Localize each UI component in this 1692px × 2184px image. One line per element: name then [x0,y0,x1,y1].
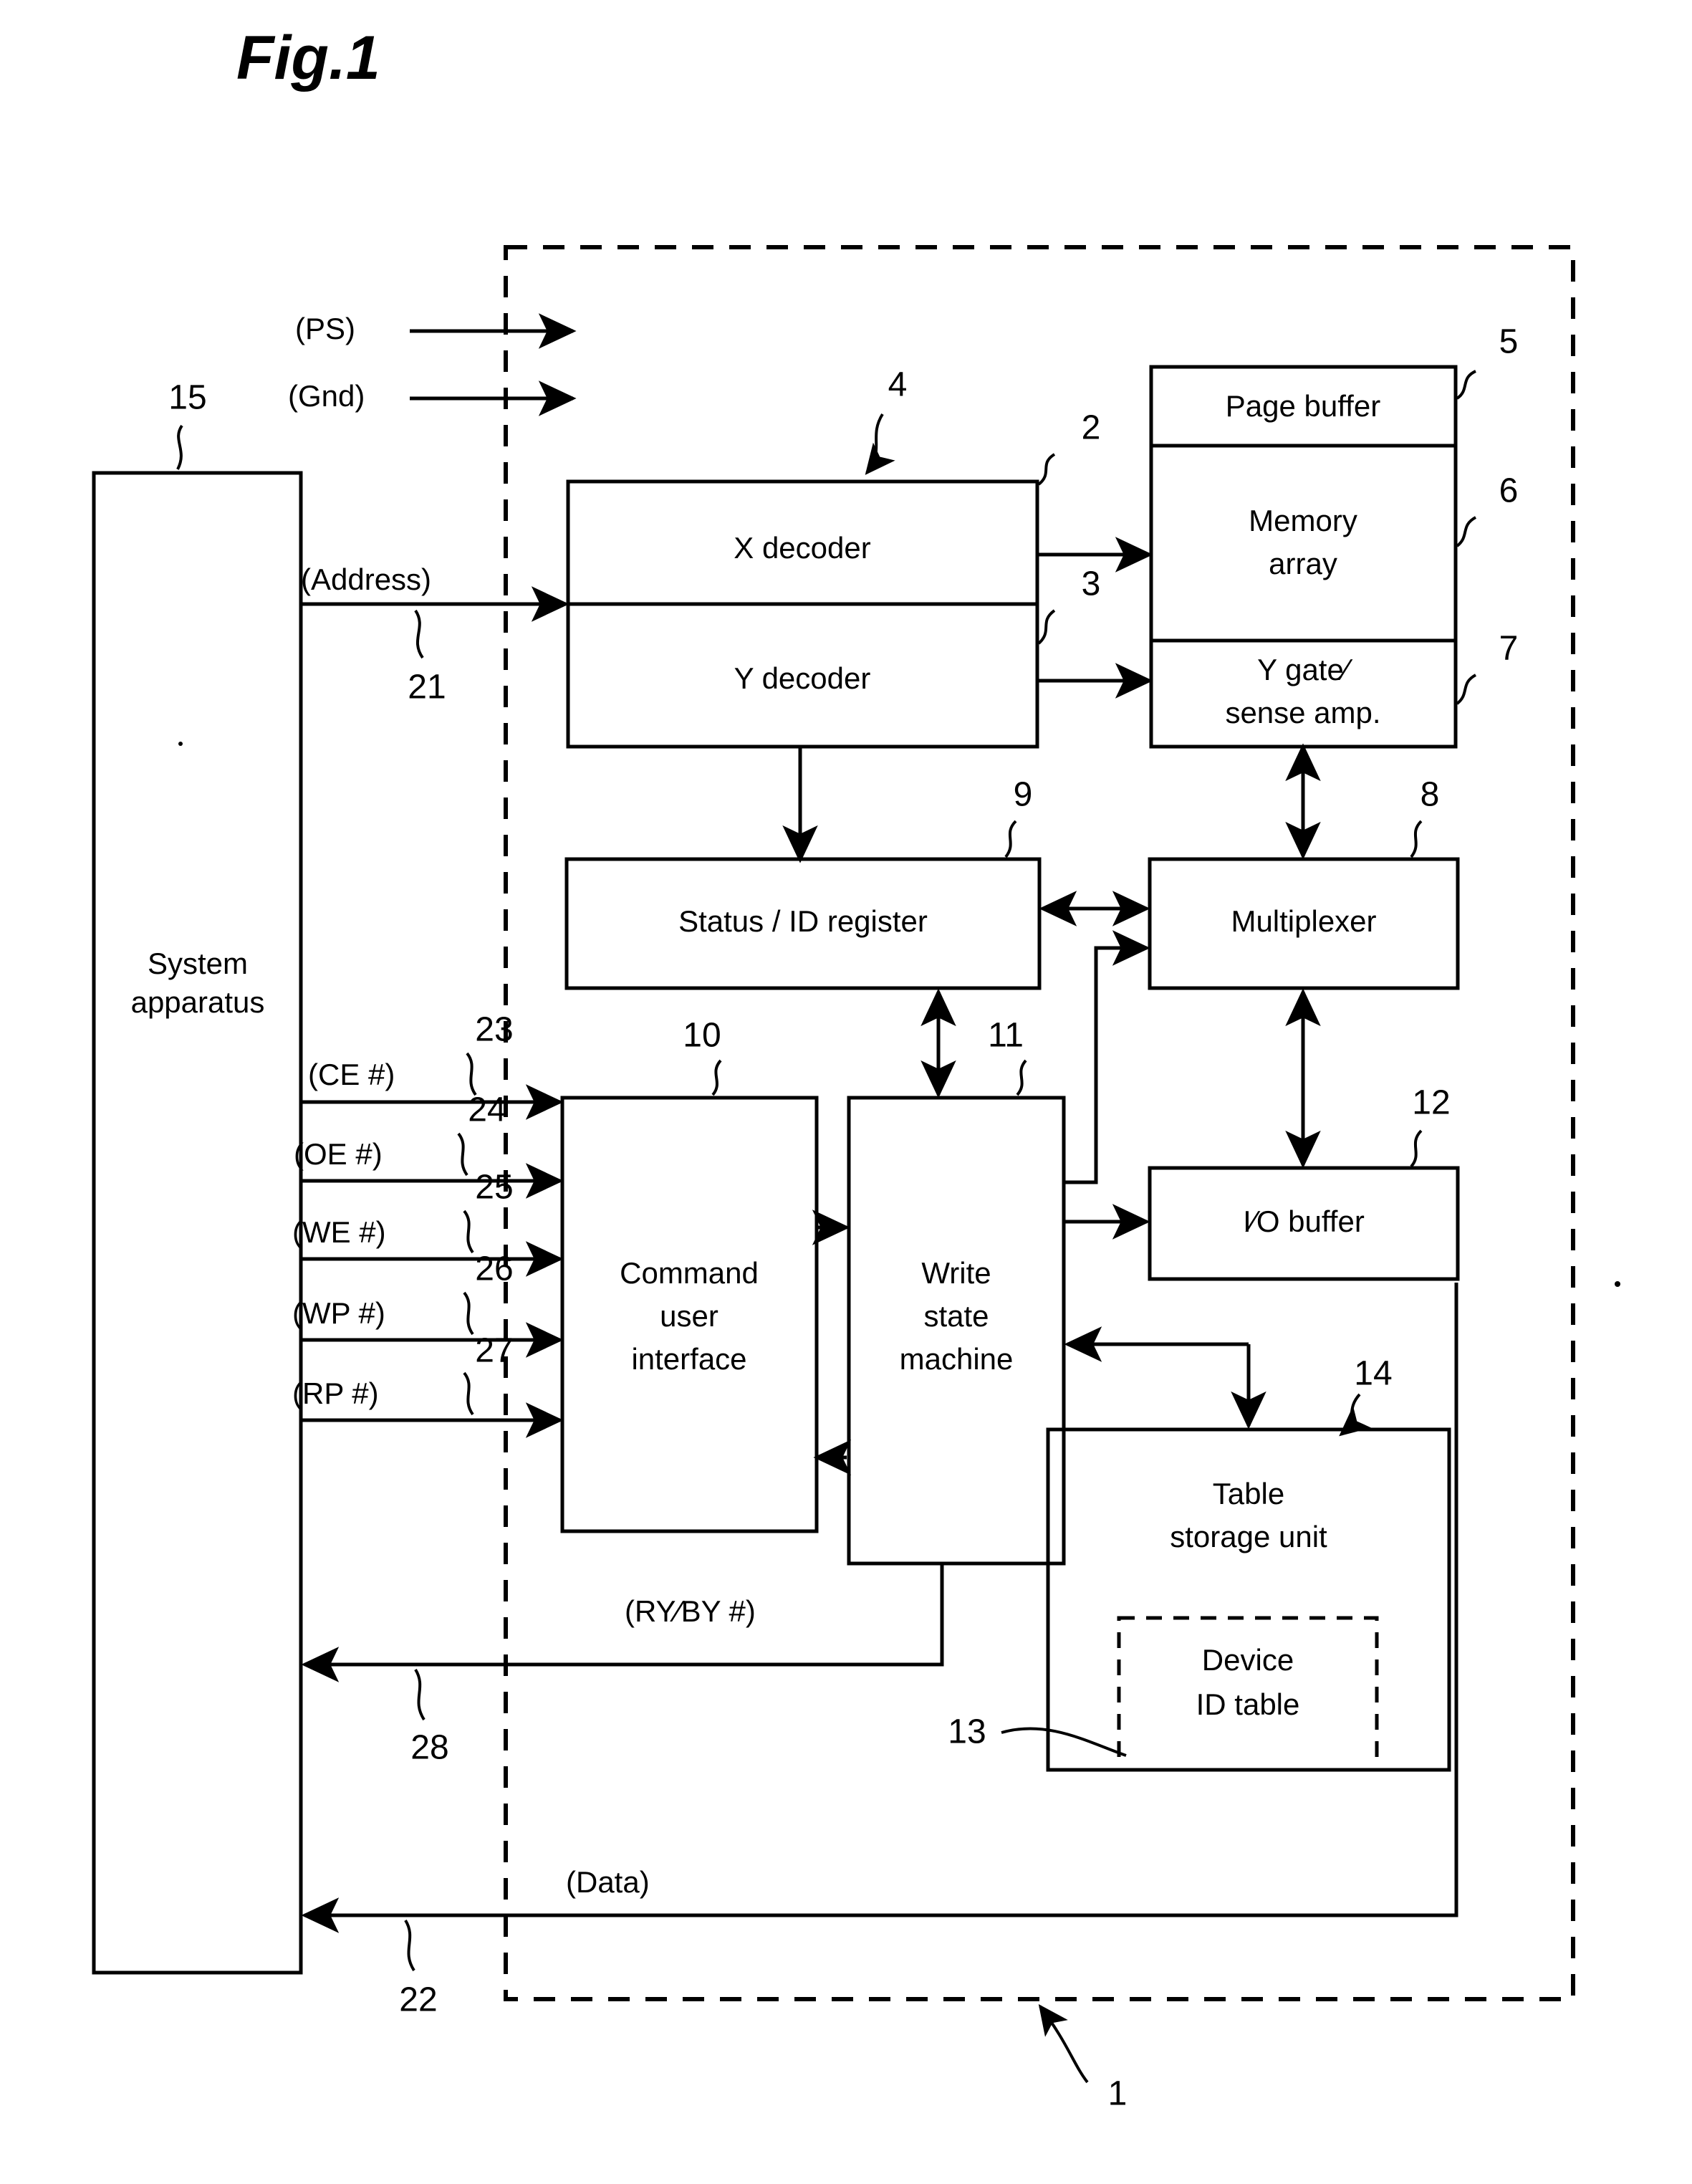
leader-10 [711,1059,722,1096]
page-buffer-label: Page buffer [1226,389,1380,423]
memory-array-label-line2: array [1269,547,1337,580]
ref-15: 15 [168,379,206,417]
ref-22: 22 [399,1981,437,2019]
system-apparatus-box [92,471,303,1975]
wire-wsm-to-multiplexer [1064,930,1150,1184]
ref-24: 24 [468,1091,506,1129]
signal-label-data: (Data) [566,1865,650,1899]
wire-data [301,1283,1458,1933]
wire-ryby [301,1563,944,1682]
leader-15 [176,424,183,470]
leader-12 [1410,1129,1423,1168]
memory-array-label-line1: Memory [1249,504,1357,537]
cui-label-line2: user [660,1299,718,1333]
leader-7 [1456,674,1477,705]
signal-label-gnd: (Gnd) [288,379,365,413]
system-apparatus-label-line2: apparatus [131,985,265,1019]
ref-9: 9 [1014,776,1033,814]
wsm-label-line3: machine [900,1342,1014,1376]
ref-8: 8 [1421,776,1440,814]
leader-1 [1038,2004,1089,2084]
leader-8 [1410,820,1423,858]
ref-14: 14 [1354,1355,1392,1393]
leader-13 [1001,1727,1127,1757]
ref-28: 28 [410,1729,448,1767]
signal-label-rp: (RP #) [292,1376,379,1410]
status-id-register-label: Status / ID register [678,904,928,938]
signal-label-ps: (PS) [295,312,355,345]
ref-4: 4 [888,366,908,404]
device-id-label-line2: ID table [1196,1687,1300,1721]
leader-22 [404,1919,415,1972]
scan-speck [178,742,183,746]
ref-10: 10 [683,1017,721,1055]
ref-26: 26 [475,1250,513,1288]
y-decoder-label: Y decoder [734,661,871,695]
signal-label-ryby: (RY∕BY #) [625,1594,756,1628]
scan-speck [1615,1281,1620,1287]
ref-5: 5 [1499,323,1519,361]
x-decoder-label: X decoder [734,531,870,565]
io-buffer-label: I∕O buffer [1243,1204,1365,1238]
leader-2 [1037,453,1056,486]
x-decoder-box [566,479,1039,749]
table-storage-label-line1: Table [1213,1477,1284,1510]
table-storage-label-line2: storage unit [1170,1520,1327,1553]
cui-label-line1: Command [620,1256,759,1290]
signal-label-address: (Address) [301,562,431,596]
ref-11: 11 [988,1017,1024,1055]
wsm-label-line1: Write [921,1256,991,1290]
ref-25: 25 [475,1169,513,1207]
leader-23 [466,1052,477,1096]
signal-label-ce: (CE #) [308,1058,395,1091]
device-id-label-line1: Device [1202,1643,1294,1677]
signal-label-we: (WE #) [292,1215,386,1249]
leader-11 [1016,1059,1027,1096]
y-gate-label-line2: sense amp. [1225,696,1380,729]
ref-6: 6 [1499,472,1519,510]
leader-26 [463,1291,474,1336]
ref-27: 27 [475,1332,513,1370]
leader-4 [865,413,895,475]
ref-23: 23 [475,1011,513,1049]
system-apparatus-label-line1: System [148,947,248,980]
chip-boundary-dashed [504,245,1575,2001]
leader-21 [414,609,424,659]
ref-1: 1 [1108,2075,1128,2113]
cui-label-line3: interface [631,1342,746,1376]
multiplexer-label: Multiplexer [1231,904,1376,938]
ref-13: 13 [948,1713,986,1751]
wsm-label-line2: state [923,1299,989,1333]
y-gate-label-line1: Y gate∕ [1257,653,1353,686]
ref-3: 3 [1082,565,1101,603]
leader-24 [457,1132,468,1177]
leader-9 [1004,820,1017,858]
signal-label-wp: (WP #) [292,1296,385,1330]
leader-27 [463,1371,474,1416]
figure-canvas: Fig.1 System apparatus 15 (PS) (Gnd) (Ad… [92,24,1620,2113]
leader-25 [463,1210,474,1254]
ref-7: 7 [1499,630,1519,668]
leader-6 [1456,516,1477,547]
leader-5 [1456,370,1476,400]
leader-28 [414,1668,426,1721]
leader-3 [1037,609,1056,645]
patent-figure-page: Fig.1 System apparatus 15 (PS) (Gnd) (Ad… [0,0,1692,2184]
ref-12: 12 [1412,1084,1450,1122]
ref-21: 21 [408,669,446,707]
signal-label-oe: (OE #) [294,1137,383,1171]
figure-title: Fig.1 [236,24,380,92]
ref-2: 2 [1082,409,1101,447]
